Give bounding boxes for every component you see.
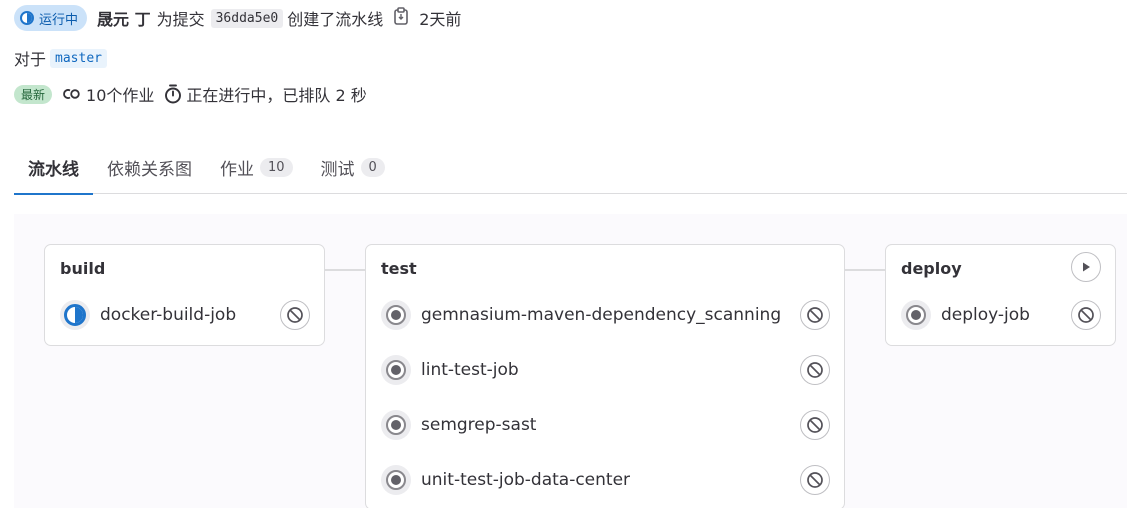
pipeline-meta: 最新 10个作业 正在进行中，已排队 2 秒 <box>14 82 367 106</box>
status-label: 运行中 <box>39 12 79 28</box>
stage-title: build <box>60 259 106 278</box>
cancel-job-button[interactable] <box>800 355 830 385</box>
tab-label: 测试 <box>320 159 355 180</box>
job-status-created-icon <box>381 300 411 330</box>
job-status-created-icon <box>381 410 411 440</box>
cancel-job-button[interactable] <box>800 410 830 440</box>
cancel-job-button[interactable] <box>800 465 830 495</box>
job-name: gemnasium-maven-dependency_scanning <box>421 305 782 325</box>
cancel-icon <box>287 307 303 323</box>
job-name: deploy-job <box>941 305 1030 325</box>
tab-label: 作业 <box>220 159 254 180</box>
ref-prefix-text: 对于 <box>14 50 47 69</box>
copy-to-clipboard-icon[interactable] <box>393 7 409 29</box>
jobs-count: 10个作业 <box>86 86 155 105</box>
pipeline-graph: build docker-build-job test gemnasium-ma… <box>14 214 1127 508</box>
pipeline-status-badge[interactable]: 运行中 <box>14 5 88 31</box>
created-time: 2天前 <box>419 10 462 29</box>
tab-count-badge: 0 <box>360 157 385 177</box>
job-name: lint-test-job <box>421 360 519 380</box>
timer-icon <box>164 84 182 104</box>
branch-link[interactable]: master <box>50 48 107 68</box>
stage-build: build docker-build-job <box>44 244 325 346</box>
stage-connector <box>845 269 886 271</box>
stage-title: deploy <box>901 259 962 278</box>
ref-line: 对于 master <box>14 46 109 70</box>
cancel-job-button[interactable] <box>1071 300 1101 330</box>
cancel-icon <box>807 472 823 488</box>
job-semgrep-sast[interactable]: semgrep-sast <box>381 410 536 440</box>
job-name: unit-test-job-data-center <box>421 470 631 490</box>
cancel-icon <box>807 362 823 378</box>
status-running-icon <box>20 11 34 25</box>
pipeline-tabs: 流水线 依赖关系图 作业 10 测试 0 <box>14 140 1127 195</box>
cancel-job-button[interactable] <box>800 300 830 330</box>
job-status-running-icon <box>60 300 90 330</box>
job-lint-test-job[interactable]: lint-test-job <box>381 355 519 385</box>
pipeline-header: 运行中 晟元 丁 为提交 36dda5e0 创建了流水线 2天前 <box>14 4 461 32</box>
tab-pipeline[interactable]: 流水线 <box>14 140 93 195</box>
play-icon <box>1083 262 1090 272</box>
job-docker-build-job[interactable]: docker-build-job <box>60 300 236 330</box>
job-name: docker-build-job <box>100 305 237 325</box>
tab-label: 流水线 <box>28 159 79 180</box>
stage-test: test gemnasium-maven-dependency_scanning… <box>365 244 845 508</box>
cancel-job-button[interactable] <box>280 300 310 330</box>
pipeline-jobs-icon <box>62 87 82 101</box>
job-gemnasium-maven-dependency-scanning[interactable]: gemnasium-maven-dependency_scanning <box>381 300 781 330</box>
tab-label: 依赖关系图 <box>107 159 192 180</box>
latest-badge: 最新 <box>14 84 53 104</box>
tab-jobs[interactable]: 作业 10 <box>206 140 307 194</box>
author-link[interactable]: 晟元 丁 <box>97 6 151 30</box>
commit-suffix-text: 创建了流水线 <box>287 10 384 29</box>
job-status-created-icon <box>381 355 411 385</box>
job-deploy-job[interactable]: deploy-job <box>901 300 1030 330</box>
cancel-icon <box>807 307 823 323</box>
tab-count-badge: 10 <box>260 157 293 177</box>
job-name: semgrep-sast <box>421 415 537 435</box>
stage-connector <box>325 269 366 271</box>
stage-title: test <box>381 259 417 278</box>
stage-deploy: deploy deploy-job <box>885 244 1116 346</box>
commit-sha-link[interactable]: 36dda5e0 <box>210 8 284 28</box>
job-status-created-icon <box>381 465 411 495</box>
tab-dependency-graph[interactable]: 依赖关系图 <box>93 140 206 194</box>
commit-prefix-text: 为提交 <box>156 10 205 29</box>
job-unit-test-job-data-center[interactable]: unit-test-job-data-center <box>381 465 630 495</box>
job-status-created-icon <box>901 300 931 330</box>
play-stage-button[interactable] <box>1071 252 1101 282</box>
cancel-icon <box>1078 307 1094 323</box>
cancel-icon <box>807 417 823 433</box>
running-status-text: 正在进行中，已排队 2 秒 <box>186 86 367 105</box>
tab-tests[interactable]: 测试 0 <box>307 140 399 194</box>
